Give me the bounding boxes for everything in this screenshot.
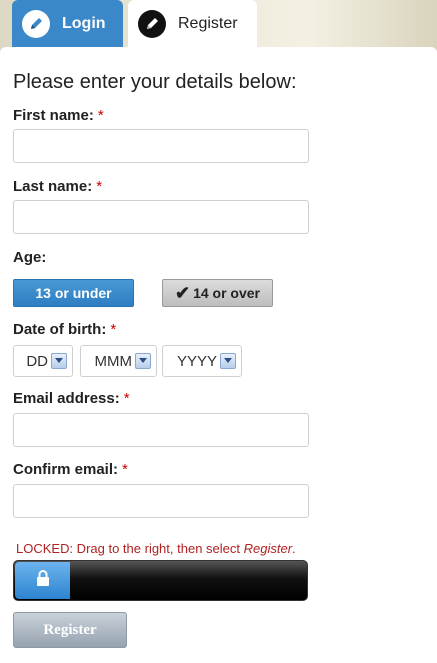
first-name-label: First name: * (13, 107, 104, 124)
lock-message-action: Register (243, 541, 293, 556)
required-marker: * (97, 107, 104, 124)
lock-message-suffix: . (292, 541, 296, 556)
age-14-or-over-label: 14 or over (193, 285, 261, 301)
tab-login-label: Login (62, 14, 106, 32)
unlock-slider-handle[interactable] (15, 562, 70, 599)
pencil-icon (138, 9, 166, 38)
last-name-label-text: Last name: (13, 178, 93, 195)
register-button[interactable]: Register (13, 612, 127, 648)
tab-register[interactable]: Register (128, 0, 257, 47)
age-13-or-under-button[interactable]: 13 or under (13, 279, 134, 307)
dob-year-value: YYYY (176, 352, 217, 370)
first-name-label-text: First name: (13, 107, 94, 124)
email-field[interactable] (13, 413, 309, 447)
first-name-field[interactable] (13, 129, 309, 163)
confirm-email-label: Confirm email: * (13, 461, 128, 478)
pencil-icon (22, 9, 50, 38)
checkmark-icon: ✔ (174, 283, 191, 303)
dob-day-select[interactable]: DD (13, 345, 73, 377)
last-name-label: Last name: * (13, 178, 102, 195)
email-label: Email address: * (13, 390, 130, 407)
tab-login[interactable]: Login (12, 0, 123, 47)
dob-year-select[interactable]: YYYY (162, 345, 242, 377)
age-label: Age: (13, 249, 47, 266)
last-name-field[interactable] (13, 200, 309, 234)
dob-day-value: DD (26, 352, 48, 370)
required-marker: * (96, 178, 103, 195)
chevron-down-icon (51, 353, 67, 369)
confirm-email-label-text: Confirm email: (13, 461, 119, 478)
chevron-down-icon (220, 353, 236, 369)
email-label-text: Email address: (13, 390, 120, 407)
required-marker: * (110, 321, 117, 338)
required-marker: * (123, 390, 130, 407)
dob-label: Date of birth: * (13, 321, 116, 338)
age-14-or-over-button[interactable]: ✔ 14 or over (162, 279, 273, 307)
registration-panel: Please enter your details below: First n… (0, 47, 437, 663)
dob-month-select[interactable]: MMM (80, 345, 157, 377)
tab-register-label: Register (178, 14, 238, 32)
dob-label-text: Date of birth: (13, 321, 107, 338)
form-heading: Please enter your details below: (13, 71, 297, 93)
lock-icon (36, 570, 50, 591)
chevron-down-icon (135, 353, 151, 369)
confirm-email-field[interactable] (13, 484, 309, 518)
slider-lock-message: LOCKED: Drag to the right, then select R… (16, 541, 296, 556)
unlock-slider-track[interactable] (13, 560, 308, 601)
dob-month-value: MMM (94, 352, 133, 370)
lock-message-prefix: LOCKED: Drag to the right, then select (16, 541, 244, 556)
required-marker: * (122, 461, 128, 478)
